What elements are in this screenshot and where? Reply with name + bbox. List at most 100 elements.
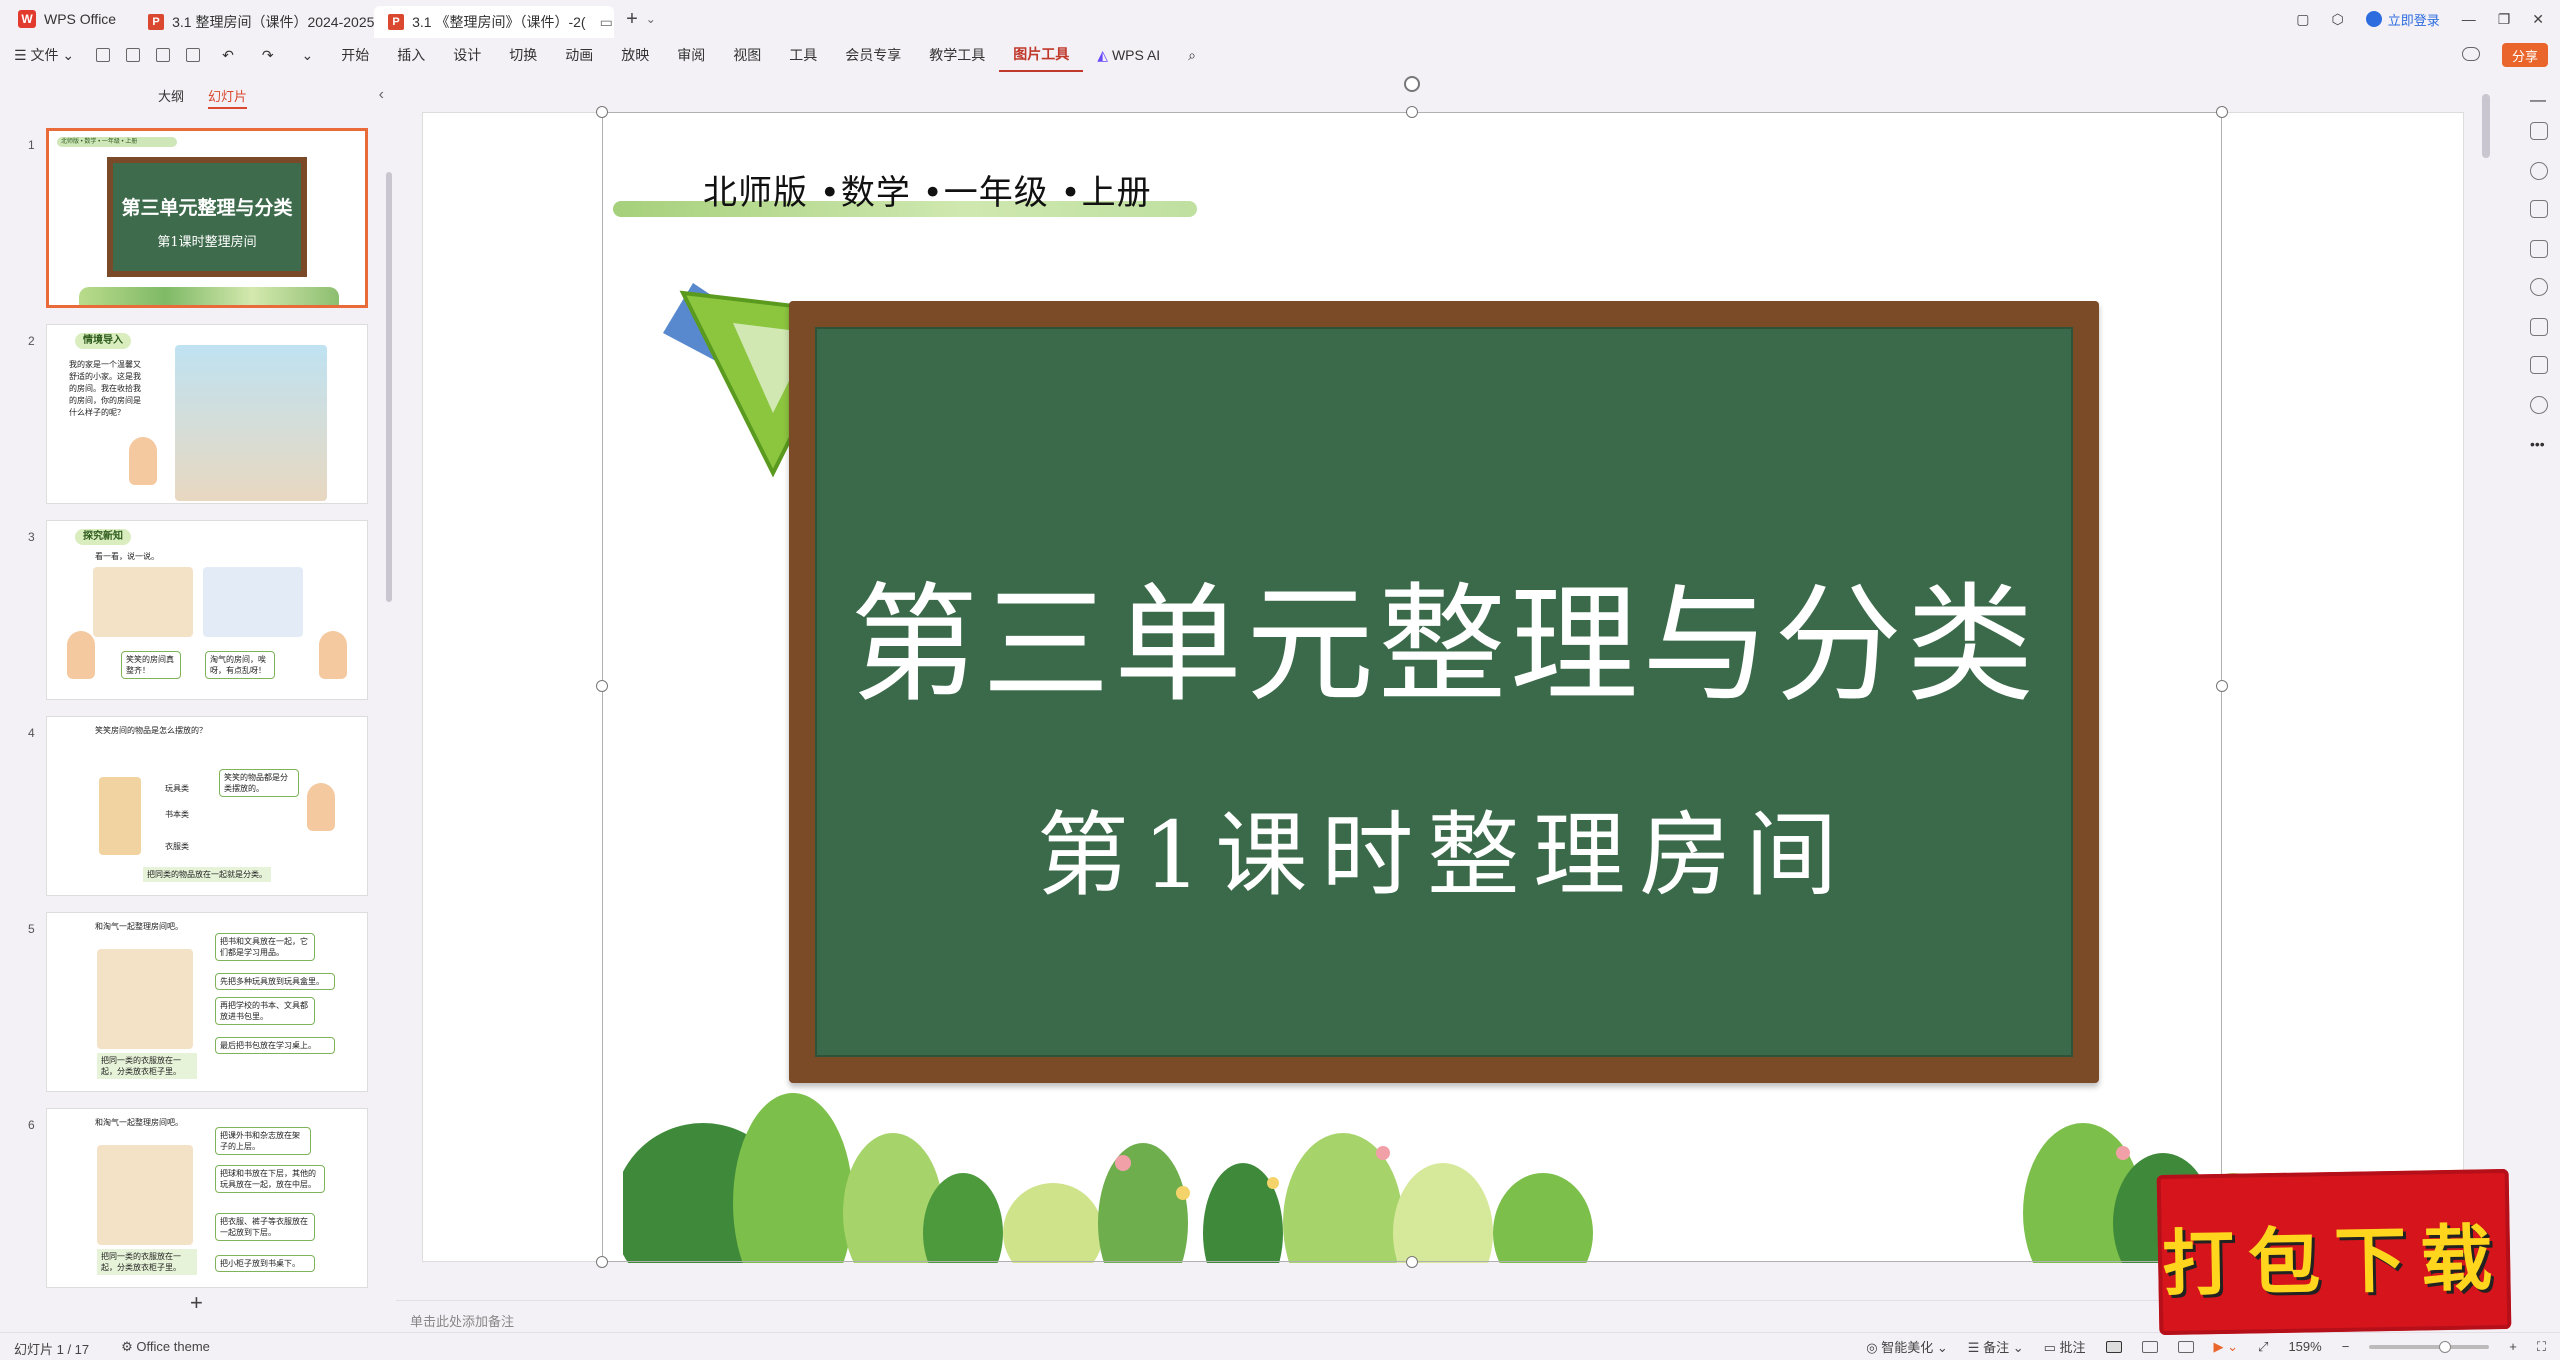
beautify-button[interactable]: ◎ 智能美化 ⌄ [1866,1337,1948,1356]
book-icon[interactable] [2530,318,2548,336]
resize-handle-s[interactable] [1406,1256,1418,1268]
sorter-view-button[interactable] [2141,1340,2158,1353]
thumbnail-slide-5[interactable]: 和淘气一起整理房间吧。 把书和文具放在一起，它们都是学习用品。 先把多种玩具放到… [46,912,368,1092]
copy-icon[interactable] [2530,200,2548,218]
kid-illustration [67,631,95,679]
play-slideshow-button[interactable]: ▶ ⌄ [2214,1339,2239,1355]
grade-text[interactable]: 北师版 •数学 •一年级 •上册 [703,165,1152,214]
slide-subtitle[interactable]: 第1课时整理房间 [817,781,2071,914]
tab-outline[interactable]: 大纲 [158,86,184,109]
fullscreen-icon[interactable]: ⛶ [2537,1339,2546,1355]
reading-view-button[interactable] [2177,1340,2194,1353]
shirt-icon[interactable] [2530,356,2548,374]
ribbon-tab-insert[interactable]: 插入 [383,38,439,72]
close-icon[interactable]: ✕ [2532,11,2544,28]
ribbon-tab-member[interactable]: 会员专享 [831,38,915,72]
layout-icon[interactable]: ▢ [2296,11,2309,28]
thumbnail-slide-6[interactable]: 和淘气一起整理房间吧。 把课外书和杂志放在架子的上层。 把球和书放在下层，其他的… [46,1108,368,1288]
login-link[interactable]: 立即登录 [2365,10,2440,29]
resize-handle-e[interactable] [2216,680,2228,692]
share-button[interactable]: 分享 [2501,43,2548,67]
resize-handle-nw[interactable] [596,106,608,118]
chevron-down-icon[interactable]: ⌄ [646,12,656,26]
ribbon-tab-home[interactable]: 开始 [327,38,383,72]
collapse-panel-icon[interactable]: ‹ [379,86,384,104]
download-pack-stamp[interactable]: 打包下载 [2156,1168,2512,1336]
doc-tab-2[interactable]: P 3.1 《整理房间》（课件）-2( ▭ • [374,6,615,38]
theme-name[interactable]: ⚙ Office theme [121,1339,210,1358]
thumbnail-number: 1 [28,138,35,152]
resize-handle-n[interactable] [1406,106,1418,118]
ribbon-tab-wps-ai[interactable]: ◭ WPS AI [1083,38,1174,72]
status-left: 幻灯片 1 / 17 ⚙ Office theme [14,1339,210,1358]
more-icon[interactable]: ••• [2530,436,2548,454]
print-icon[interactable] [156,48,171,62]
new-tab-icon[interactable]: + [626,8,638,31]
mini-bubble: 笑笑的房间真整齐！ [121,651,181,679]
thumbnail-slide-4[interactable]: 笑笑房间的物品是怎么摆放的？ 玩具类 书本类 衣服类 笑笑的物品都是分类摆放的。… [46,716,368,896]
resize-handle-ne[interactable] [2216,106,2228,118]
restore-icon[interactable]: ❐ [2498,11,2511,28]
magic-icon[interactable] [2530,278,2548,296]
slide-title[interactable]: 第三单元整理与分类 [817,541,2071,726]
resize-handle-w[interactable] [596,680,608,692]
zoom-in-icon[interactable]: + [2509,1339,2517,1354]
doc-tab-1[interactable]: P 3.1 整理房间（课件）2024-2025学 [134,6,374,38]
ribbon-tab-slideshow[interactable]: 放映 [607,38,663,72]
properties-icon[interactable] [2530,122,2548,140]
fit-icon[interactable]: ⤢ [2258,1339,2268,1355]
minimize-icon[interactable]: — [2462,11,2476,27]
zoom-slider[interactable] [2369,1340,2490,1353]
ribbon-tab-review[interactable]: 审阅 [663,38,719,72]
ribbon-tab-design[interactable]: 设计 [439,38,495,72]
mini-subtitle: 第1课时整理房间 [157,235,257,250]
ppt-file-icon: P [388,14,405,30]
ribbon-tab-teaching[interactable]: 教学工具 [915,38,999,72]
ribbon-tab-tools[interactable]: 工具 [775,38,831,72]
thumbnail-slide-2[interactable]: 情境导入 我的家是一个温馨又舒适的小家。这是我的房间。我在收拾我的房间，你的房间… [46,324,368,504]
wps-logo-icon: W [18,10,36,28]
notes-button[interactable]: ☰ 备注 ⌄ [1968,1337,2024,1356]
zoom-out-icon[interactable]: − [2342,1339,2350,1354]
slide-page[interactable]: 北师版 •数学 •一年级 •上册 第三单元整理与分类 第1课时整理房间 [422,112,2464,1263]
mini-step: 先把多种玩具放到玩具盒里。 [215,973,335,990]
ribbon-tab-picture-tools[interactable]: 图片工具 [999,38,1084,72]
thumbnail-slide-1[interactable]: 北师版 • 数学 • 一年级 • 上册 第三单元整理与分类 第1课时整理房间 [46,128,368,308]
star-icon[interactable] [2530,162,2548,180]
canvas-scrollbar[interactable] [2482,94,2490,158]
redo-icon[interactable]: ↷ [248,38,288,72]
chalkboard[interactable]: 第三单元整理与分类 第1课时整理房间 [815,327,2073,1256]
ribbon-tab-transition[interactable]: 切换 [495,38,551,72]
app-tab-wps[interactable]: W WPS Office [0,0,134,38]
comments-button[interactable]: ▭ 批注 [2044,1337,2086,1356]
cloud-icon[interactable] [2462,47,2480,61]
normal-view-button[interactable] [2105,1340,2122,1353]
search-icon[interactable]: ⌕ [1174,38,1210,72]
rotate-handle[interactable] [1404,76,1420,92]
kid-illustration [129,437,157,485]
save-icon[interactable] [96,48,111,62]
tab-slides[interactable]: 幻灯片 [208,86,248,109]
file-menu[interactable]: ☰ 文件 ⌄ [0,38,88,72]
more-chevron-icon[interactable]: ⌄ [288,38,328,72]
cube-icon[interactable]: ⬡ [2331,11,2343,28]
undo-icon[interactable]: ↶ [208,38,248,72]
minimize-ribbon-icon[interactable]: — [2530,92,2548,110]
ribbon-tab-animation[interactable]: 动画 [551,38,607,72]
add-slide-button[interactable]: + [190,1290,203,1316]
thumbnail-slide-3[interactable]: 探究新知 看一看，说一说。 笑笑的房间真整齐！ 淘气的房间，唉呀，有点乱呀！ [46,520,368,700]
zoom-level[interactable]: 159% [2288,1339,2321,1354]
help-icon[interactable] [2530,396,2548,414]
print-preview-icon[interactable] [186,48,201,62]
panel-scrollbar[interactable] [386,172,392,602]
ribbon-tab-view[interactable]: 视图 [719,38,775,72]
room-image [97,1145,193,1245]
plants-decoration [623,1093,2263,1263]
monitor-icon[interactable]: ▭ [600,14,613,31]
tab-bar: W WPS Office P 3.1 整理房间（课件）2024-2025学 P … [0,0,2560,38]
room-image [175,345,327,501]
image-edit-icon[interactable] [2530,240,2548,258]
export-icon[interactable] [126,48,141,62]
zoom-knob[interactable] [2439,1340,2452,1353]
resize-handle-sw[interactable] [596,1256,608,1268]
